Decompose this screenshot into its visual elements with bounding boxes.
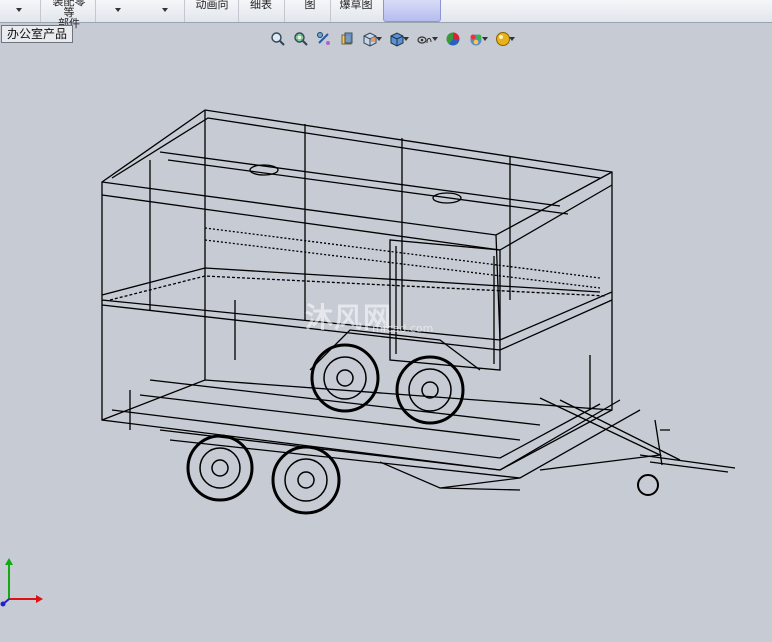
zoom-to-area-icon[interactable] (291, 30, 311, 48)
ribbon-separator (184, 0, 185, 22)
display-style-icon[interactable] (387, 30, 411, 48)
zoom-to-fit-icon[interactable] (268, 30, 288, 48)
animation-button[interactable]: 动画向 (190, 0, 234, 22)
view-settings-icon[interactable] (493, 30, 517, 48)
feature-tree-tab[interactable]: 办公室产品 (1, 25, 74, 43)
drawing-button[interactable]: 图 (292, 0, 328, 22)
reference-triad (0, 558, 43, 607)
chevron-down-icon[interactable] (115, 8, 121, 12)
bom-label: 细表 (250, 0, 272, 11)
hide-show-items-icon[interactable] (414, 30, 440, 48)
edit-appearance-icon[interactable] (443, 30, 463, 48)
section-view-icon[interactable] (337, 30, 357, 48)
ribbon-separator (95, 0, 96, 22)
assembly-button[interactable]: 装配零等 部件 (48, 0, 90, 29)
watermark-subtext: mfcad.com (372, 322, 434, 335)
ribbon-separator (330, 0, 331, 22)
assembly-label-top: 装配零等 (52, 0, 86, 19)
ribbon-separator (284, 0, 285, 22)
active-command-tile[interactable] (383, 0, 441, 22)
explode-label: 爆草图 (339, 0, 373, 11)
ribbon-separator (238, 0, 239, 22)
apply-scene-icon[interactable] (466, 30, 490, 48)
drawing-label: 图 (304, 0, 316, 11)
tree-tab-label: 办公室产品 (7, 27, 68, 41)
ribbon-separator (40, 0, 41, 22)
explode-sketch-button[interactable]: 爆草图 (334, 0, 378, 22)
animation-label: 动画向 (195, 0, 229, 11)
chevron-down-icon[interactable] (162, 8, 168, 12)
command-ribbon: 装配零等 部件 动画向 细表 图 爆草图 (0, 0, 772, 29)
view-orientation-icon[interactable] (360, 30, 384, 48)
bom-button[interactable]: 细表 (244, 0, 278, 22)
trailer-wireframe (101, 109, 736, 491)
view-toolbar (268, 29, 517, 49)
previous-view-icon[interactable] (314, 30, 334, 48)
chevron-down-icon[interactable] (16, 8, 22, 12)
